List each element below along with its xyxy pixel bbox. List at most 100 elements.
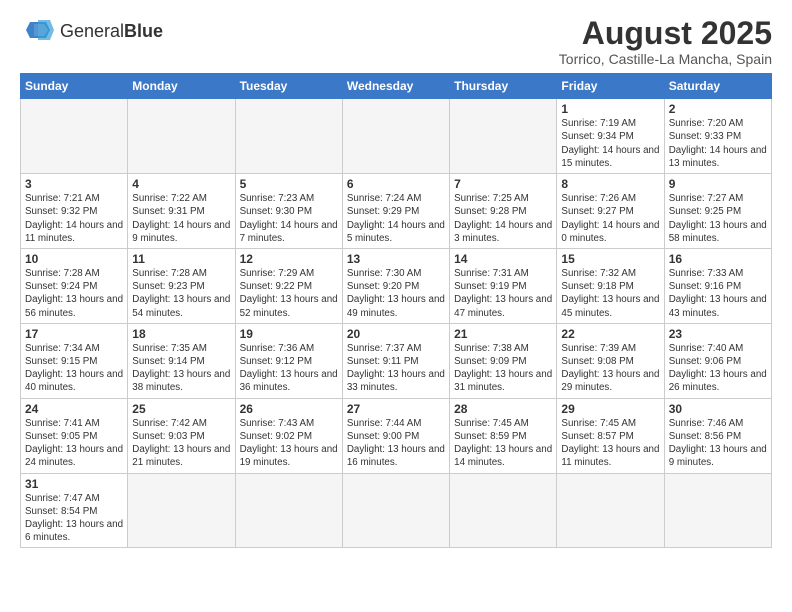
calendar-table: SundayMondayTuesdayWednesdayThursdayFrid… (20, 73, 772, 548)
day-number: 24 (25, 402, 123, 416)
calendar-cell: 4Sunrise: 7:22 AM Sunset: 9:31 PM Daylig… (128, 174, 235, 249)
day-info: Sunrise: 7:26 AM Sunset: 9:27 PM Dayligh… (561, 192, 659, 245)
day-number: 27 (347, 402, 445, 416)
day-info: Sunrise: 7:43 AM Sunset: 9:02 PM Dayligh… (240, 417, 338, 470)
day-info: Sunrise: 7:30 AM Sunset: 9:20 PM Dayligh… (347, 267, 445, 320)
calendar-cell (21, 99, 128, 174)
day-info: Sunrise: 7:31 AM Sunset: 9:19 PM Dayligh… (454, 267, 552, 320)
day-header-wednesday: Wednesday (342, 74, 449, 99)
logo: GeneralBlue (20, 16, 163, 46)
day-number: 22 (561, 327, 659, 341)
calendar-cell: 12Sunrise: 7:29 AM Sunset: 9:22 PM Dayli… (235, 248, 342, 323)
calendar-cell: 2Sunrise: 7:20 AM Sunset: 9:33 PM Daylig… (664, 99, 771, 174)
calendar-cell: 18Sunrise: 7:35 AM Sunset: 9:14 PM Dayli… (128, 323, 235, 398)
day-number: 19 (240, 327, 338, 341)
calendar-cell: 1Sunrise: 7:19 AM Sunset: 9:34 PM Daylig… (557, 99, 664, 174)
header: GeneralBlue August 2025 Torrico, Castill… (20, 16, 772, 67)
calendar-cell (128, 99, 235, 174)
day-number: 28 (454, 402, 552, 416)
calendar-title: August 2025 (559, 16, 772, 51)
day-number: 13 (347, 252, 445, 266)
day-number: 18 (132, 327, 230, 341)
calendar-cell: 9Sunrise: 7:27 AM Sunset: 9:25 PM Daylig… (664, 174, 771, 249)
day-number: 21 (454, 327, 552, 341)
day-number: 4 (132, 177, 230, 191)
day-header-tuesday: Tuesday (235, 74, 342, 99)
calendar-cell: 3Sunrise: 7:21 AM Sunset: 9:32 PM Daylig… (21, 174, 128, 249)
day-number: 10 (25, 252, 123, 266)
day-info: Sunrise: 7:24 AM Sunset: 9:29 PM Dayligh… (347, 192, 445, 245)
calendar-week-row: 3Sunrise: 7:21 AM Sunset: 9:32 PM Daylig… (21, 174, 772, 249)
calendar-cell (342, 99, 449, 174)
calendar-cell: 15Sunrise: 7:32 AM Sunset: 9:18 PM Dayli… (557, 248, 664, 323)
calendar-cell (557, 473, 664, 548)
calendar-subtitle: Torrico, Castille-La Mancha, Spain (559, 51, 772, 67)
calendar-cell (664, 473, 771, 548)
calendar-cell: 21Sunrise: 7:38 AM Sunset: 9:09 PM Dayli… (450, 323, 557, 398)
calendar-cell: 11Sunrise: 7:28 AM Sunset: 9:23 PM Dayli… (128, 248, 235, 323)
calendar-week-row: 1Sunrise: 7:19 AM Sunset: 9:34 PM Daylig… (21, 99, 772, 174)
day-info: Sunrise: 7:28 AM Sunset: 9:23 PM Dayligh… (132, 267, 230, 320)
day-number: 14 (454, 252, 552, 266)
calendar-week-row: 24Sunrise: 7:41 AM Sunset: 9:05 PM Dayli… (21, 398, 772, 473)
day-info: Sunrise: 7:40 AM Sunset: 9:06 PM Dayligh… (669, 342, 767, 395)
calendar-cell: 31Sunrise: 7:47 AM Sunset: 8:54 PM Dayli… (21, 473, 128, 548)
day-number: 2 (669, 102, 767, 116)
day-info: Sunrise: 7:22 AM Sunset: 9:31 PM Dayligh… (132, 192, 230, 245)
title-area: August 2025 Torrico, Castille-La Mancha,… (559, 16, 772, 67)
calendar-cell (235, 99, 342, 174)
day-info: Sunrise: 7:23 AM Sunset: 9:30 PM Dayligh… (240, 192, 338, 245)
calendar-cell (450, 473, 557, 548)
calendar-cell: 14Sunrise: 7:31 AM Sunset: 9:19 PM Dayli… (450, 248, 557, 323)
day-info: Sunrise: 7:19 AM Sunset: 9:34 PM Dayligh… (561, 117, 659, 170)
calendar-cell: 26Sunrise: 7:43 AM Sunset: 9:02 PM Dayli… (235, 398, 342, 473)
day-number: 1 (561, 102, 659, 116)
day-number: 30 (669, 402, 767, 416)
day-info: Sunrise: 7:47 AM Sunset: 8:54 PM Dayligh… (25, 492, 123, 545)
day-info: Sunrise: 7:34 AM Sunset: 9:15 PM Dayligh… (25, 342, 123, 395)
day-number: 23 (669, 327, 767, 341)
day-info: Sunrise: 7:37 AM Sunset: 9:11 PM Dayligh… (347, 342, 445, 395)
day-number: 8 (561, 177, 659, 191)
generalblue-logo-icon (20, 16, 56, 46)
calendar-cell: 20Sunrise: 7:37 AM Sunset: 9:11 PM Dayli… (342, 323, 449, 398)
day-header-thursday: Thursday (450, 74, 557, 99)
calendar-cell: 24Sunrise: 7:41 AM Sunset: 9:05 PM Dayli… (21, 398, 128, 473)
calendar-cell: 29Sunrise: 7:45 AM Sunset: 8:57 PM Dayli… (557, 398, 664, 473)
day-number: 12 (240, 252, 338, 266)
day-info: Sunrise: 7:42 AM Sunset: 9:03 PM Dayligh… (132, 417, 230, 470)
day-number: 31 (25, 477, 123, 491)
day-number: 6 (347, 177, 445, 191)
day-number: 20 (347, 327, 445, 341)
day-info: Sunrise: 7:39 AM Sunset: 9:08 PM Dayligh… (561, 342, 659, 395)
calendar-cell: 25Sunrise: 7:42 AM Sunset: 9:03 PM Dayli… (128, 398, 235, 473)
day-info: Sunrise: 7:38 AM Sunset: 9:09 PM Dayligh… (454, 342, 552, 395)
day-info: Sunrise: 7:46 AM Sunset: 8:56 PM Dayligh… (669, 417, 767, 470)
day-info: Sunrise: 7:35 AM Sunset: 9:14 PM Dayligh… (132, 342, 230, 395)
day-header-monday: Monday (128, 74, 235, 99)
calendar-cell: 22Sunrise: 7:39 AM Sunset: 9:08 PM Dayli… (557, 323, 664, 398)
calendar-cell: 7Sunrise: 7:25 AM Sunset: 9:28 PM Daylig… (450, 174, 557, 249)
calendar-cell: 6Sunrise: 7:24 AM Sunset: 9:29 PM Daylig… (342, 174, 449, 249)
calendar-cell: 5Sunrise: 7:23 AM Sunset: 9:30 PM Daylig… (235, 174, 342, 249)
calendar-cell (450, 99, 557, 174)
day-info: Sunrise: 7:44 AM Sunset: 9:00 PM Dayligh… (347, 417, 445, 470)
calendar-cell (128, 473, 235, 548)
calendar-cell: 23Sunrise: 7:40 AM Sunset: 9:06 PM Dayli… (664, 323, 771, 398)
page: GeneralBlue August 2025 Torrico, Castill… (0, 0, 792, 612)
calendar-week-row: 10Sunrise: 7:28 AM Sunset: 9:24 PM Dayli… (21, 248, 772, 323)
day-info: Sunrise: 7:25 AM Sunset: 9:28 PM Dayligh… (454, 192, 552, 245)
calendar-week-row: 17Sunrise: 7:34 AM Sunset: 9:15 PM Dayli… (21, 323, 772, 398)
calendar-week-row: 31Sunrise: 7:47 AM Sunset: 8:54 PM Dayli… (21, 473, 772, 548)
day-number: 11 (132, 252, 230, 266)
day-number: 17 (25, 327, 123, 341)
day-number: 9 (669, 177, 767, 191)
day-number: 26 (240, 402, 338, 416)
day-info: Sunrise: 7:36 AM Sunset: 9:12 PM Dayligh… (240, 342, 338, 395)
day-number: 7 (454, 177, 552, 191)
day-info: Sunrise: 7:20 AM Sunset: 9:33 PM Dayligh… (669, 117, 767, 170)
day-info: Sunrise: 7:27 AM Sunset: 9:25 PM Dayligh… (669, 192, 767, 245)
logo-text: GeneralBlue (60, 21, 163, 42)
day-header-friday: Friday (557, 74, 664, 99)
calendar-cell: 28Sunrise: 7:45 AM Sunset: 8:59 PM Dayli… (450, 398, 557, 473)
